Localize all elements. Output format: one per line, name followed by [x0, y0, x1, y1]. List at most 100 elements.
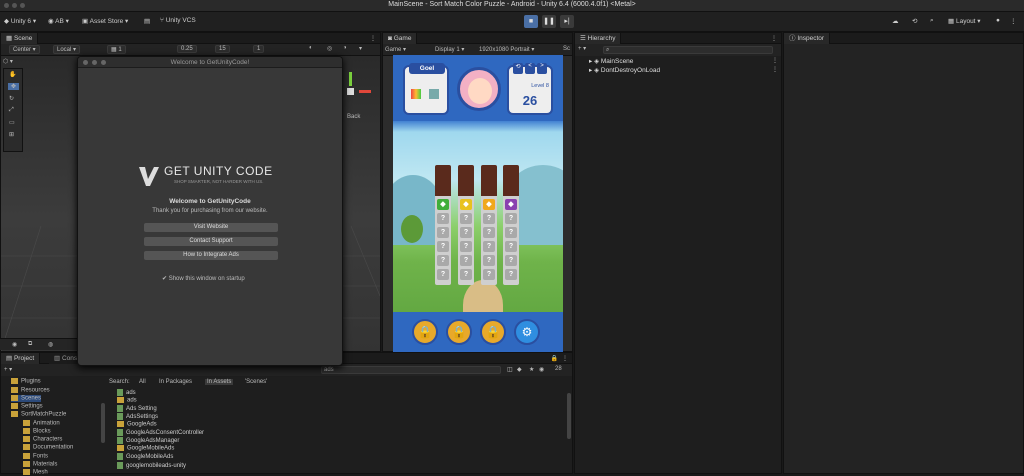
rotate-tool-icon[interactable]: ↻ — [9, 95, 14, 102]
asset-row[interactable]: GoogleAdsManager — [117, 437, 179, 444]
shading-icon[interactable]: ◐ — [309, 45, 313, 51]
folder-resources[interactable]: Resources — [11, 387, 50, 394]
tab-game[interactable]: ◙ Game — [383, 33, 418, 44]
step-button[interactable]: ▸| — [560, 15, 574, 28]
folder-sortmatchpuzzle[interactable]: SortMatchPuzzle — [11, 411, 66, 418]
puzzle-column-3[interactable]: ◆ ? ? ? ? ? — [481, 165, 497, 285]
folder-blocks[interactable]: Blocks — [23, 428, 51, 435]
gizmo-icon[interactable]: ◎ — [327, 45, 332, 52]
filter-in-packages[interactable]: In Packages — [159, 379, 192, 385]
folder-animation[interactable]: Animation — [23, 420, 60, 427]
game-mode-dropdown[interactable]: Game ▾ — [385, 46, 406, 53]
folder-fonts[interactable]: Fonts — [23, 453, 48, 460]
filter-scenes[interactable]: 'Scenes' — [245, 379, 267, 385]
grid-field[interactable]: ▦ 1 — [107, 45, 126, 54]
add-icon[interactable]: + ▾ — [578, 45, 586, 52]
asset-row[interactable]: ads — [117, 397, 137, 404]
layers-icon[interactable]: ⧉ — [28, 341, 32, 348]
game-screen[interactable]: Goel ⟲ < > Level 8 26 — [393, 55, 563, 351]
lock-button-2[interactable]: 🔒 — [446, 319, 472, 345]
lock-button-1[interactable]: 🔒 — [412, 319, 438, 345]
unity-menu[interactable]: ◆ Unity 6 ▾ — [4, 17, 36, 26]
asset-row[interactable]: Ads Setting — [117, 405, 157, 412]
hierarchy-item-dontdestroy[interactable]: ▸ ◈ DontDestroyOnLoad — [589, 66, 660, 74]
add-asset-icon[interactable]: + ▾ — [4, 366, 12, 373]
visit-website-button[interactable]: Visit Website — [144, 223, 278, 232]
cloud-icon[interactable]: ☁ — [892, 17, 899, 25]
rect-tool-icon[interactable]: ▭ — [9, 119, 15, 126]
transform-tool-icon[interactable]: ⊞ — [9, 131, 14, 138]
puzzle-column-1[interactable]: ◆ ? ? ? ? ? — [435, 165, 451, 285]
lock-panel-icon[interactable]: 🔒 — [551, 355, 558, 362]
asset-row[interactable]: GoogleAds — [117, 421, 157, 428]
asset-row[interactable]: GoogleMobileAds — [117, 453, 173, 460]
filter-all[interactable]: All — [139, 379, 146, 385]
back-arrow-icon[interactable]: < — [525, 63, 535, 74]
scale-field[interactable]: 1 — [253, 45, 265, 53]
hierarchy-search-input[interactable]: ⌕ — [603, 46, 773, 54]
lock-button-3[interactable]: 🔒 — [480, 319, 506, 345]
play-button[interactable]: ■ — [524, 15, 538, 28]
move-tool-icon[interactable]: ✥ — [8, 83, 19, 90]
resolution-dropdown[interactable]: 1920x1080 Portrait ▾ — [479, 46, 534, 53]
folder-materials[interactable]: Materials — [23, 461, 57, 468]
tool-settings-icon[interactable]: ⬡ ▾ — [3, 58, 13, 65]
vcs-button[interactable]: ⑂ Unity VCS — [160, 17, 196, 25]
project-search-input[interactable]: ads — [321, 366, 501, 374]
forward-arrow-icon[interactable]: > — [537, 63, 547, 74]
display-dropdown[interactable]: Display 1 ▾ — [435, 46, 464, 53]
folder-documentation[interactable]: Documentation — [23, 444, 73, 451]
asset-store-button[interactable]: ▣ Asset Store ▾ — [82, 17, 128, 26]
layout-dropdown[interactable]: ▦ Layout ▾ — [948, 17, 981, 26]
more-menu-icon[interactable]: ⋮ — [1010, 17, 1017, 25]
asset-row[interactable]: GoogleAdsConsentController — [117, 429, 204, 436]
scene-settings-icon[interactable]: ▾ — [359, 45, 362, 52]
panel-menu-icon[interactable]: ⋮ — [370, 35, 376, 42]
angle-field[interactable]: 15 — [215, 45, 230, 53]
asset-row[interactable]: AdsSettings — [117, 413, 158, 420]
tab-hierarchy[interactable]: ☰ Hierarchy — [575, 33, 622, 44]
contact-support-button[interactable]: Contact Support — [144, 237, 278, 246]
search-icon[interactable]: ⌕ — [930, 17, 934, 25]
tab-scene[interactable]: ▦ Scene — [1, 33, 39, 44]
puzzle-column-2[interactable]: ◆ ? ? ? ? ? — [458, 165, 474, 285]
audio-icon[interactable]: ◍ — [48, 341, 53, 348]
item-menu-icon[interactable]: ⋮ — [772, 66, 778, 73]
folder-scrollbar[interactable] — [101, 403, 105, 443]
favorite-icon[interactable]: ★ — [529, 366, 534, 373]
folder-settings[interactable]: Settings — [11, 403, 43, 410]
overlay-icon[interactable]: ◉ — [12, 341, 17, 348]
folder-characters[interactable]: Characters — [23, 436, 62, 443]
hierarchy-item-mainscene[interactable]: ▸ ◈ MainScene — [589, 57, 633, 65]
puzzle-column-4[interactable]: ◆ ? ? ? ? ? — [503, 165, 519, 285]
folder-plugins[interactable]: Plugins — [11, 378, 41, 385]
filter-in-assets[interactable]: In Assets — [205, 379, 234, 385]
camera-mode-icon[interactable]: ◑ — [343, 45, 347, 51]
snap-field[interactable]: 0.25 — [177, 45, 197, 53]
folder-mesh[interactable]: Mesh — [23, 469, 48, 476]
startup-checkbox[interactable]: ✔ Show this window on startup — [162, 275, 245, 282]
asset-row[interactable]: ads — [117, 389, 136, 396]
restart-icon[interactable]: ⟲ — [513, 63, 523, 74]
asset-row[interactable]: googlemobileads-unity — [117, 462, 186, 469]
pause-button[interactable]: ❚❚ — [542, 15, 556, 28]
folder-scenes[interactable]: Scenes — [11, 395, 42, 402]
panel-menu-icon[interactable]: ⋮ — [562, 355, 568, 362]
account-button[interactable]: ◉ AB ▾ — [48, 17, 69, 26]
item-menu-icon[interactable]: ⋮ — [772, 57, 778, 64]
scale-tool-icon[interactable]: ⤢ — [9, 107, 14, 114]
panel-menu-icon[interactable]: ⋮ — [771, 35, 777, 42]
asset-row[interactable]: GoogleMobileAds — [117, 445, 174, 452]
view-tool-icon[interactable]: ✋ — [9, 71, 16, 78]
asset-scrollbar[interactable] — [567, 393, 571, 439]
settings-button[interactable]: ⚙ — [514, 319, 540, 345]
pivot-dropdown[interactable]: Center ▾ — [9, 45, 40, 54]
cloud-package-icon[interactable]: ▤ — [144, 17, 150, 25]
help-icon[interactable]: ● — [996, 17, 1000, 24]
history-icon[interactable]: ⟲ — [912, 17, 917, 25]
space-dropdown[interactable]: Local ▾ — [53, 45, 81, 54]
tab-inspector[interactable]: ⓘ Inspector — [784, 33, 831, 44]
hidden-packages-icon[interactable]: ◉ — [539, 366, 544, 373]
filter-type-icon[interactable]: ◫ — [507, 366, 513, 373]
filter-label-icon[interactable]: ◆ — [517, 366, 522, 373]
